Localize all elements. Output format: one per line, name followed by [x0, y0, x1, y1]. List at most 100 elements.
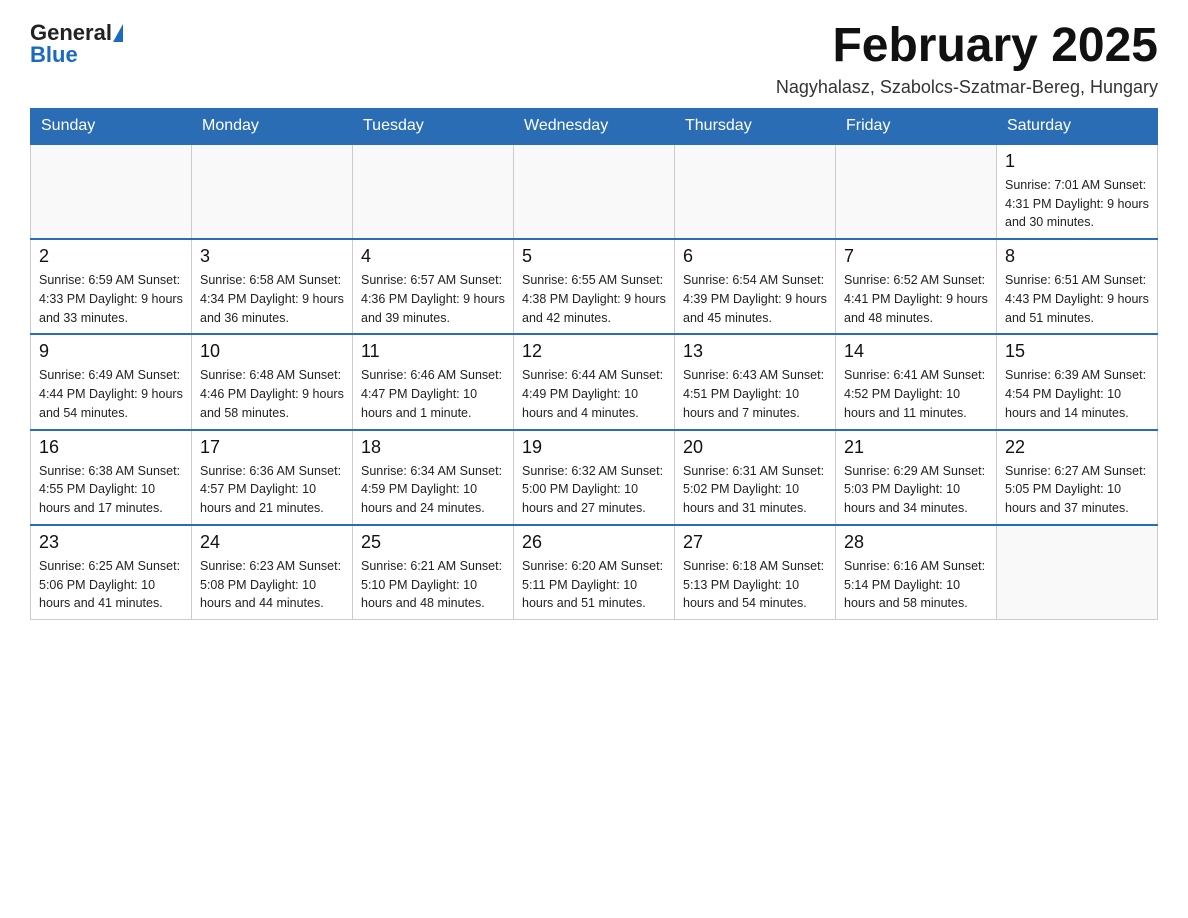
day-number: 14 [844, 341, 988, 362]
day-number: 11 [361, 341, 505, 362]
logo: General Blue [30, 20, 123, 68]
weekday-header-row: SundayMondayTuesdayWednesdayThursdayFrid… [31, 108, 1158, 144]
day-number: 6 [683, 246, 827, 267]
calendar-day-cell [192, 144, 353, 239]
day-info: Sunrise: 6:41 AM Sunset: 4:52 PM Dayligh… [844, 366, 988, 422]
weekday-header-thursday: Thursday [675, 108, 836, 144]
day-info: Sunrise: 6:34 AM Sunset: 4:59 PM Dayligh… [361, 462, 505, 518]
day-info: Sunrise: 6:38 AM Sunset: 4:55 PM Dayligh… [39, 462, 183, 518]
calendar-day-cell: 5 Sunrise: 6:55 AM Sunset: 4:38 PM Daylig… [514, 239, 675, 334]
calendar-day-cell: 14 Sunrise: 6:41 AM Sunset: 4:52 PM Dayli… [836, 334, 997, 429]
calendar-day-cell: 19 Sunrise: 6:32 AM Sunset: 5:00 PM Dayli… [514, 430, 675, 525]
day-number: 22 [1005, 437, 1149, 458]
calendar-week-row: 1 Sunrise: 7:01 AM Sunset: 4:31 PM Daylig… [31, 144, 1158, 239]
calendar-day-cell: 10Sunrise: 6:48 AM Sunset: 4:46 PM Dayli… [192, 334, 353, 429]
calendar-week-row: 23 Sunrise: 6:25 AM Sunset: 5:06 PM Dayli… [31, 525, 1158, 620]
calendar-table: SundayMondayTuesdayWednesdayThursdayFrid… [30, 108, 1158, 620]
day-info: Sunrise: 6:27 AM Sunset: 5:05 PM Dayligh… [1005, 462, 1149, 518]
calendar-day-cell [514, 144, 675, 239]
day-info: Sunrise: 6:55 AM Sunset: 4:38 PM Dayligh… [522, 271, 666, 327]
calendar-day-cell [836, 144, 997, 239]
calendar-day-cell: 13 Sunrise: 6:43 AM Sunset: 4:51 PM Dayli… [675, 334, 836, 429]
calendar-day-cell [353, 144, 514, 239]
calendar-subtitle: Nagyhalasz, Szabolcs-Szatmar-Bereg, Hung… [776, 77, 1158, 98]
day-number: 9 [39, 341, 183, 362]
calendar-day-cell: 12Sunrise: 6:44 AM Sunset: 4:49 PM Dayli… [514, 334, 675, 429]
day-number: 25 [361, 532, 505, 553]
logo-triangle-icon [113, 24, 123, 42]
day-number: 4 [361, 246, 505, 267]
day-number: 18 [361, 437, 505, 458]
weekday-header-friday: Friday [836, 108, 997, 144]
day-number: 17 [200, 437, 344, 458]
calendar-day-cell: 16 Sunrise: 6:38 AM Sunset: 4:55 PM Dayli… [31, 430, 192, 525]
day-info: Sunrise: 6:25 AM Sunset: 5:06 PM Dayligh… [39, 557, 183, 613]
day-info: Sunrise: 6:57 AM Sunset: 4:36 PM Dayligh… [361, 271, 505, 327]
day-info: Sunrise: 7:01 AM Sunset: 4:31 PM Dayligh… [1005, 176, 1149, 232]
calendar-day-cell: 23 Sunrise: 6:25 AM Sunset: 5:06 PM Dayli… [31, 525, 192, 620]
calendar-day-cell: 25 Sunrise: 6:21 AM Sunset: 5:10 PM Dayli… [353, 525, 514, 620]
calendar-day-cell: 20 Sunrise: 6:31 AM Sunset: 5:02 PM Dayli… [675, 430, 836, 525]
calendar-day-cell: 15 Sunrise: 6:39 AM Sunset: 4:54 PM Dayli… [997, 334, 1158, 429]
calendar-day-cell: 22 Sunrise: 6:27 AM Sunset: 5:05 PM Dayli… [997, 430, 1158, 525]
day-number: 2 [39, 246, 183, 267]
day-number: 5 [522, 246, 666, 267]
calendar-day-cell: 4 Sunrise: 6:57 AM Sunset: 4:36 PM Daylig… [353, 239, 514, 334]
day-number: 7 [844, 246, 988, 267]
calendar-day-cell: 21 Sunrise: 6:29 AM Sunset: 5:03 PM Dayli… [836, 430, 997, 525]
day-number: 8 [1005, 246, 1149, 267]
calendar-week-row: 9 Sunrise: 6:49 AM Sunset: 4:44 PM Daylig… [31, 334, 1158, 429]
calendar-day-cell: 27Sunrise: 6:18 AM Sunset: 5:13 PM Dayli… [675, 525, 836, 620]
calendar-day-cell: 7 Sunrise: 6:52 AM Sunset: 4:41 PM Daylig… [836, 239, 997, 334]
day-number: 15 [1005, 341, 1149, 362]
day-info: Sunrise: 6:23 AM Sunset: 5:08 PM Dayligh… [200, 557, 344, 613]
day-number: 23 [39, 532, 183, 553]
weekday-header-sunday: Sunday [31, 108, 192, 144]
day-info: Sunrise: 6:21 AM Sunset: 5:10 PM Dayligh… [361, 557, 505, 613]
day-number: 1 [1005, 151, 1149, 172]
calendar-day-cell: 26Sunrise: 6:20 AM Sunset: 5:11 PM Dayli… [514, 525, 675, 620]
calendar-day-cell: 1 Sunrise: 7:01 AM Sunset: 4:31 PM Daylig… [997, 144, 1158, 239]
day-number: 21 [844, 437, 988, 458]
day-info: Sunrise: 6:54 AM Sunset: 4:39 PM Dayligh… [683, 271, 827, 327]
day-number: 16 [39, 437, 183, 458]
day-number: 19 [522, 437, 666, 458]
day-info: Sunrise: 6:48 AM Sunset: 4:46 PM Dayligh… [200, 366, 344, 422]
logo-blue-text: Blue [30, 42, 78, 68]
weekday-header-monday: Monday [192, 108, 353, 144]
day-info: Sunrise: 6:31 AM Sunset: 5:02 PM Dayligh… [683, 462, 827, 518]
day-number: 28 [844, 532, 988, 553]
day-info: Sunrise: 6:52 AM Sunset: 4:41 PM Dayligh… [844, 271, 988, 327]
calendar-day-cell: 8Sunrise: 6:51 AM Sunset: 4:43 PM Daylig… [997, 239, 1158, 334]
day-info: Sunrise: 6:16 AM Sunset: 5:14 PM Dayligh… [844, 557, 988, 613]
calendar-day-cell [997, 525, 1158, 620]
day-info: Sunrise: 6:49 AM Sunset: 4:44 PM Dayligh… [39, 366, 183, 422]
calendar-day-cell: 17 Sunrise: 6:36 AM Sunset: 4:57 PM Dayli… [192, 430, 353, 525]
day-info: Sunrise: 6:59 AM Sunset: 4:33 PM Dayligh… [39, 271, 183, 327]
day-info: Sunrise: 6:29 AM Sunset: 5:03 PM Dayligh… [844, 462, 988, 518]
page-header: General Blue February 2025 Nagyhalasz, S… [30, 20, 1158, 98]
day-number: 3 [200, 246, 344, 267]
calendar-day-cell [675, 144, 836, 239]
day-info: Sunrise: 6:43 AM Sunset: 4:51 PM Dayligh… [683, 366, 827, 422]
day-number: 20 [683, 437, 827, 458]
title-block: February 2025 Nagyhalasz, Szabolcs-Szatm… [776, 20, 1158, 98]
calendar-day-cell [31, 144, 192, 239]
calendar-day-cell: 3Sunrise: 6:58 AM Sunset: 4:34 PM Daylig… [192, 239, 353, 334]
day-info: Sunrise: 6:46 AM Sunset: 4:47 PM Dayligh… [361, 366, 505, 422]
day-info: Sunrise: 6:36 AM Sunset: 4:57 PM Dayligh… [200, 462, 344, 518]
day-number: 12 [522, 341, 666, 362]
calendar-day-cell: 6 Sunrise: 6:54 AM Sunset: 4:39 PM Daylig… [675, 239, 836, 334]
day-info: Sunrise: 6:39 AM Sunset: 4:54 PM Dayligh… [1005, 366, 1149, 422]
weekday-header-saturday: Saturday [997, 108, 1158, 144]
day-number: 13 [683, 341, 827, 362]
day-info: Sunrise: 6:18 AM Sunset: 5:13 PM Dayligh… [683, 557, 827, 613]
day-info: Sunrise: 6:32 AM Sunset: 5:00 PM Dayligh… [522, 462, 666, 518]
calendar-week-row: 2 Sunrise: 6:59 AM Sunset: 4:33 PM Daylig… [31, 239, 1158, 334]
calendar-week-row: 16 Sunrise: 6:38 AM Sunset: 4:55 PM Dayli… [31, 430, 1158, 525]
calendar-day-cell: 2 Sunrise: 6:59 AM Sunset: 4:33 PM Daylig… [31, 239, 192, 334]
day-info: Sunrise: 6:20 AM Sunset: 5:11 PM Dayligh… [522, 557, 666, 613]
calendar-day-cell: 9 Sunrise: 6:49 AM Sunset: 4:44 PM Daylig… [31, 334, 192, 429]
weekday-header-wednesday: Wednesday [514, 108, 675, 144]
calendar-day-cell: 18 Sunrise: 6:34 AM Sunset: 4:59 PM Dayli… [353, 430, 514, 525]
